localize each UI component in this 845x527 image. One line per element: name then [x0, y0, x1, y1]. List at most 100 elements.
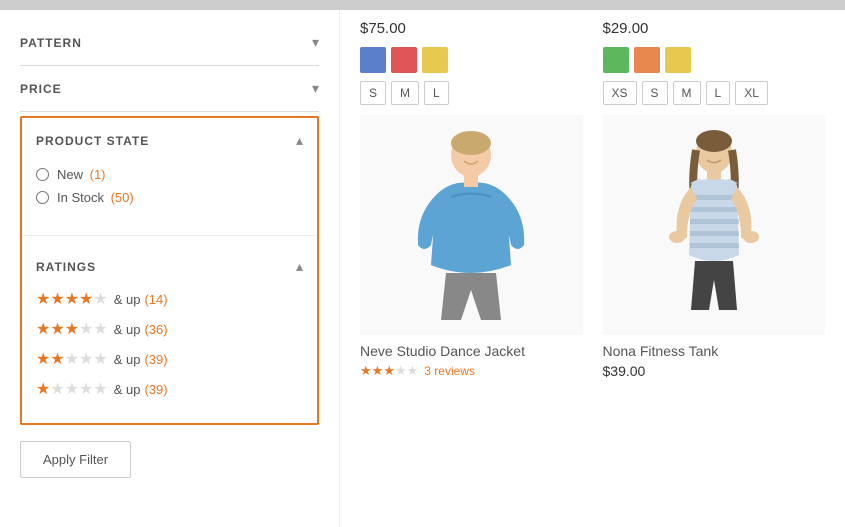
nona-price-top: $29.00 [603, 20, 826, 37]
ratings-title: RATINGS [36, 260, 96, 274]
neve-price-top: $75.00 [360, 20, 583, 37]
star-1: ★ [36, 379, 50, 399]
main-content: PATTERN ▾ PRICE ▾ PRODUCT STATE ▴ New [0, 10, 845, 527]
star-5: ★ [93, 319, 107, 339]
star-3: ★ [65, 349, 79, 369]
neve-size-s[interactable]: S [360, 81, 386, 105]
star-3: ★ [65, 379, 79, 399]
price-header[interactable]: PRICE ▾ [20, 66, 319, 111]
stars-4: ★ ★ ★ ★ ★ [36, 289, 108, 309]
product-state-options: New (1) In Stock (50) [22, 163, 317, 227]
star-1: ★ [36, 349, 50, 369]
pattern-title: PATTERN [20, 36, 82, 50]
nona-color-swatches [603, 47, 826, 73]
radio-new[interactable] [36, 168, 49, 181]
star-1: ★ [36, 319, 50, 339]
product-state-header[interactable]: PRODUCT STATE ▴ [22, 118, 317, 163]
radio-instock[interactable] [36, 191, 49, 204]
neve-star-1: ★ [360, 363, 372, 379]
neve-star-5: ★ [407, 363, 419, 379]
star-4: ★ [79, 349, 93, 369]
stars-2: ★ ★ ★ ★ ★ [36, 349, 108, 369]
pattern-header[interactable]: PATTERN ▾ [20, 20, 319, 65]
rating-4-count: (14) [144, 292, 167, 307]
nona-size-s[interactable]: S [642, 81, 668, 105]
rating-1-count: (39) [144, 382, 167, 397]
neve-sizes: S M L [360, 81, 583, 105]
option-new-label: New [57, 167, 83, 182]
option-new[interactable]: New (1) [36, 167, 303, 182]
nona-product-image [639, 125, 789, 325]
nona-size-xs[interactable]: XS [603, 81, 637, 105]
star-2: ★ [50, 289, 64, 309]
star-3: ★ [65, 289, 79, 309]
star-4: ★ [79, 319, 93, 339]
products-row: $75.00 S M L [360, 20, 825, 379]
price-section: PRICE ▾ [20, 66, 319, 112]
product-card-neve: $75.00 S M L [360, 20, 583, 379]
option-instock[interactable]: In Stock (50) [36, 190, 303, 205]
nona-product-name: Nona Fitness Tank [603, 343, 826, 359]
option-new-count: (1) [86, 167, 106, 182]
nona-color-yellow[interactable] [665, 47, 691, 73]
star-2: ★ [50, 379, 64, 399]
nona-price-bottom: $39.00 [603, 363, 826, 379]
option-instock-count: (50) [107, 190, 134, 205]
neve-size-m[interactable]: M [391, 81, 419, 105]
neve-stars: ★ ★ ★ ★ ★ [360, 363, 418, 379]
star-3: ★ [65, 319, 79, 339]
rating-3-count: (36) [144, 322, 167, 337]
ratings-options: ★ ★ ★ ★ ★ & up (14) ★ ★ ★ ★ [22, 281, 317, 423]
neve-color-red[interactable] [391, 47, 417, 73]
neve-color-yellow[interactable] [422, 47, 448, 73]
star-2: ★ [50, 319, 64, 339]
nona-size-m[interactable]: M [673, 81, 701, 105]
top-bar [0, 0, 845, 10]
pattern-chevron: ▾ [312, 34, 319, 51]
neve-color-blue[interactable] [360, 47, 386, 73]
neve-product-image [396, 125, 546, 325]
rating-2-count: (39) [144, 352, 167, 367]
option-instock-label: In Stock [57, 190, 104, 205]
nona-color-green[interactable] [603, 47, 629, 73]
price-title: PRICE [20, 82, 62, 96]
stars-1: ★ ★ ★ ★ ★ [36, 379, 108, 399]
ratings-divider [22, 235, 317, 236]
neve-color-swatches [360, 47, 583, 73]
star-4: ★ [79, 379, 93, 399]
rating-4-text: & up [114, 292, 141, 307]
neve-image-container [360, 115, 583, 335]
neve-star-2: ★ [372, 363, 384, 379]
product-grid: $75.00 S M L [340, 10, 845, 527]
nona-image-container [603, 115, 826, 335]
ratings-header[interactable]: RATINGS ▴ [22, 244, 317, 281]
star-5: ★ [93, 349, 107, 369]
neve-rating-row: ★ ★ ★ ★ ★ 3 reviews [360, 363, 583, 379]
rating-4stars[interactable]: ★ ★ ★ ★ ★ & up (14) [36, 289, 303, 309]
neve-size-l[interactable]: L [424, 81, 449, 105]
apply-filter-button[interactable]: Apply Filter [20, 441, 131, 478]
neve-review-count: 3 reviews [424, 364, 475, 378]
rating-1-text: & up [114, 382, 141, 397]
star-5: ★ [93, 379, 107, 399]
product-state-chevron: ▴ [296, 132, 303, 149]
star-4: ★ [79, 289, 93, 309]
rating-3stars[interactable]: ★ ★ ★ ★ ★ & up (36) [36, 319, 303, 339]
price-chevron: ▾ [312, 80, 319, 97]
ratings-chevron: ▴ [296, 258, 303, 275]
sidebar: PATTERN ▾ PRICE ▾ PRODUCT STATE ▴ New [0, 10, 340, 527]
nona-size-xl[interactable]: XL [735, 81, 768, 105]
rating-2stars[interactable]: ★ ★ ★ ★ ★ & up (39) [36, 349, 303, 369]
rating-3-text: & up [114, 322, 141, 337]
star-5: ★ [93, 289, 107, 309]
neve-product-name: Neve Studio Dance Jacket [360, 343, 583, 359]
product-state-ratings-box: PRODUCT STATE ▴ New (1) In Stock (50) R [20, 116, 319, 425]
nona-color-orange[interactable] [634, 47, 660, 73]
star-1: ★ [36, 289, 50, 309]
product-state-title: PRODUCT STATE [36, 134, 149, 148]
nona-size-l[interactable]: L [706, 81, 731, 105]
rating-1star[interactable]: ★ ★ ★ ★ ★ & up (39) [36, 379, 303, 399]
neve-star-4: ★ [395, 363, 407, 379]
stars-3: ★ ★ ★ ★ ★ [36, 319, 108, 339]
pattern-section: PATTERN ▾ [20, 20, 319, 66]
